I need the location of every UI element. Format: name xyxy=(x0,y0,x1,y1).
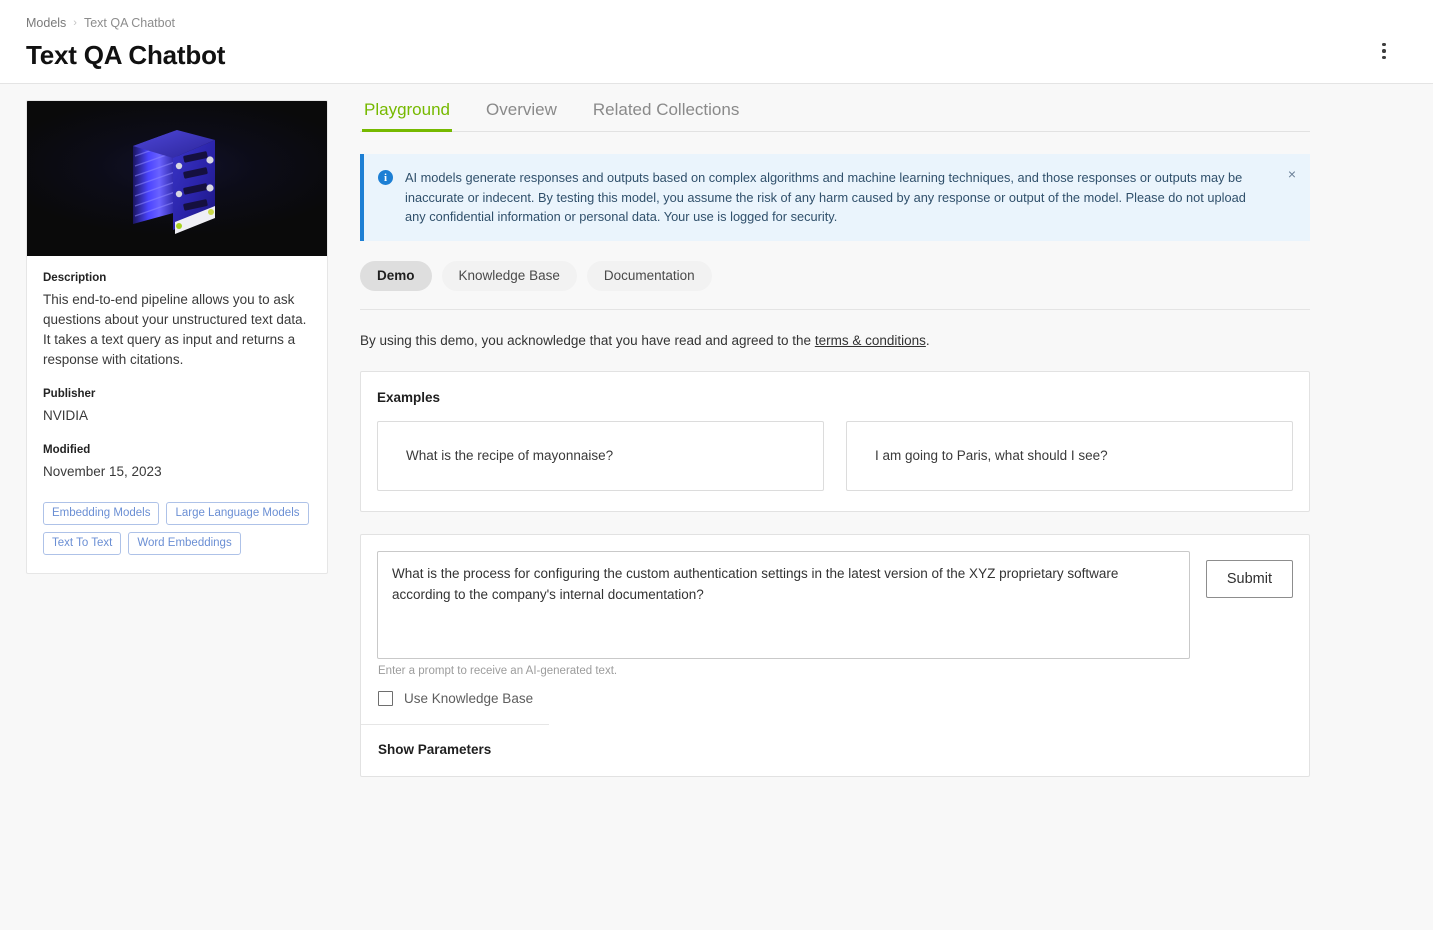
close-icon[interactable]: × xyxy=(1288,167,1296,181)
disclaimer-text: AI models generate responses and outputs… xyxy=(405,168,1285,227)
kebab-dot xyxy=(1382,56,1386,60)
tag-list: Embedding Models Large Language Models T… xyxy=(43,502,311,555)
kebab-menu-icon[interactable] xyxy=(1371,38,1397,64)
use-knowledge-base-checkbox[interactable] xyxy=(378,691,393,706)
tag-chip[interactable]: Text To Text xyxy=(43,532,121,555)
tab-playground[interactable]: Playground xyxy=(362,100,452,132)
prompt-input[interactable] xyxy=(377,551,1190,659)
prompt-row: Submit xyxy=(361,535,1309,659)
terms-suffix: . xyxy=(926,333,930,348)
terms-prefix: By using this demo, you acknowledge that… xyxy=(360,333,815,348)
model-info-card: Description This end-to-end pipeline all… xyxy=(26,100,328,574)
breadcrumb: Models › Text QA Chatbot xyxy=(26,14,1407,32)
terms-and-conditions-link[interactable]: terms & conditions xyxy=(815,333,926,348)
sidebar-content: Description This end-to-end pipeline all… xyxy=(27,256,327,573)
use-knowledge-base-label: Use Knowledge Base xyxy=(404,691,533,706)
publisher-label: Publisher xyxy=(43,388,311,400)
tag-chip[interactable]: Word Embeddings xyxy=(128,532,240,555)
tab-bar: Playground Overview Related Collections xyxy=(360,100,1310,132)
tag-chip[interactable]: Embedding Models xyxy=(43,502,159,525)
pill-documentation[interactable]: Documentation xyxy=(587,261,712,291)
description-text: This end-to-end pipeline allows you to a… xyxy=(43,290,311,370)
page-title: Text QA Chatbot xyxy=(26,40,1407,71)
terms-notice: By using this demo, you acknowledge that… xyxy=(360,333,1310,348)
server-rack-icon xyxy=(111,120,243,238)
pill-knowledge-base[interactable]: Knowledge Base xyxy=(442,261,577,291)
disclaimer-banner: i AI models generate responses and outpu… xyxy=(360,154,1310,241)
breadcrumb-current: Text QA Chatbot xyxy=(84,16,175,30)
example-prompt[interactable]: What is the recipe of mayonnaise? xyxy=(377,421,824,491)
examples-grid: What is the recipe of mayonnaise? I am g… xyxy=(377,421,1293,491)
tag-chip[interactable]: Large Language Models xyxy=(166,502,308,525)
example-prompt[interactable]: I am going to Paris, what should I see? xyxy=(846,421,1293,491)
modified-value: November 15, 2023 xyxy=(43,462,311,482)
main-column: Playground Overview Related Collections … xyxy=(360,100,1310,777)
breadcrumb-separator-icon: › xyxy=(73,17,77,29)
tab-related-collections[interactable]: Related Collections xyxy=(591,100,741,132)
prompt-help-text: Enter a prompt to receive an AI-generate… xyxy=(361,659,1309,677)
section-pill-group: Demo Knowledge Base Documentation xyxy=(360,261,1310,310)
examples-title: Examples xyxy=(377,390,1293,405)
page-header: Models › Text QA Chatbot Text QA Chatbot xyxy=(0,0,1433,84)
submit-button[interactable]: Submit xyxy=(1206,560,1293,598)
breadcrumb-parent[interactable]: Models xyxy=(26,16,66,30)
tab-overview[interactable]: Overview xyxy=(484,100,559,132)
prompt-card: Submit Enter a prompt to receive an AI-g… xyxy=(360,534,1310,777)
use-knowledge-base-row[interactable]: Use Knowledge Base xyxy=(361,677,549,725)
description-label: Description xyxy=(43,272,311,284)
info-icon: i xyxy=(378,170,393,185)
page-body: Description This end-to-end pipeline all… xyxy=(0,84,1433,930)
show-parameters-toggle[interactable]: Show Parameters xyxy=(361,725,1309,776)
examples-card: Examples What is the recipe of mayonnais… xyxy=(360,371,1310,512)
pill-demo[interactable]: Demo xyxy=(360,261,432,291)
publisher-value: NVIDIA xyxy=(43,406,311,426)
model-thumbnail xyxy=(27,101,327,256)
kebab-dot xyxy=(1382,49,1386,53)
modified-label: Modified xyxy=(43,444,311,456)
kebab-dot xyxy=(1382,43,1386,47)
